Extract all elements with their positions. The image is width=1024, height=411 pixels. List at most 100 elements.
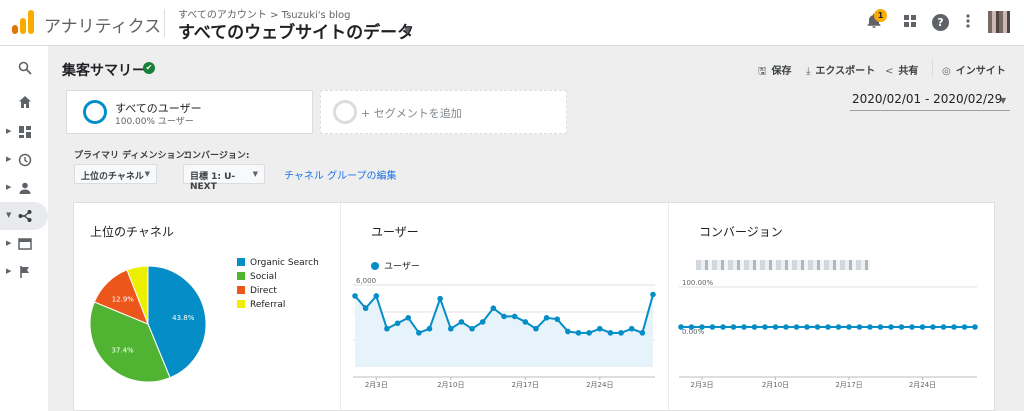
data-point bbox=[814, 324, 821, 330]
search-icon bbox=[18, 61, 32, 75]
data-point bbox=[951, 324, 957, 330]
export-icon: ⤓ bbox=[806, 66, 811, 77]
share-icon: < bbox=[885, 66, 894, 77]
chevron-down-icon[interactable]: ▼ bbox=[404, 26, 411, 36]
y-tick-label: 100.00% bbox=[682, 279, 713, 287]
data-point bbox=[533, 325, 539, 332]
sidebar-item-home[interactable] bbox=[0, 88, 48, 116]
data-point bbox=[783, 324, 789, 330]
data-point bbox=[362, 305, 369, 312]
data-point bbox=[804, 324, 810, 330]
series-area bbox=[355, 294, 653, 367]
more-vert-icon[interactable] bbox=[958, 13, 978, 33]
legend-item-direct[interactable]: Direct bbox=[237, 286, 277, 296]
users-line-chart: 6,0004,0002,0002月3日2月10日2月17日2月24日 bbox=[352, 277, 656, 389]
data-point bbox=[930, 324, 936, 330]
data-point bbox=[688, 324, 695, 330]
legend-item-referral[interactable]: Referral bbox=[237, 300, 285, 310]
data-point bbox=[426, 325, 433, 332]
data-point bbox=[458, 319, 465, 325]
date-range-selector[interactable]: 2020/02/01 - 2020/02/29 bbox=[852, 92, 1002, 106]
data-point bbox=[825, 324, 831, 330]
data-point bbox=[720, 324, 726, 330]
pie-data-label: 43.8% bbox=[172, 314, 195, 322]
top-bar: アナリティクス すべてのアカウント > Tsuzuki's blog すべてのウ… bbox=[0, 0, 1024, 46]
sidebar-item-behavior[interactable]: ▶ bbox=[0, 230, 48, 258]
app-title: アナリティクス bbox=[44, 17, 162, 37]
data-point bbox=[741, 324, 747, 330]
sidebar-item-acquisition[interactable]: ▼ bbox=[0, 202, 48, 230]
sidebar-item-audience[interactable]: ▶ bbox=[0, 174, 48, 202]
data-point bbox=[919, 324, 926, 330]
data-point bbox=[479, 319, 486, 325]
x-tick-label: 2月3日 bbox=[691, 381, 714, 389]
view-selector[interactable]: すべてのウェブサイトのデータ bbox=[178, 18, 414, 43]
data-point bbox=[565, 328, 571, 335]
divider bbox=[932, 59, 933, 77]
export-button[interactable]: ⤓ エクスポート bbox=[806, 62, 875, 77]
data-point bbox=[586, 330, 592, 336]
insights-button[interactable]: ◎ インサイト bbox=[942, 62, 1006, 77]
chevron-down-icon: ▼ bbox=[144, 170, 150, 178]
home-icon bbox=[18, 95, 32, 109]
x-tick-label: 2月17日 bbox=[835, 381, 862, 389]
legend-swatch bbox=[237, 286, 245, 294]
legend-swatch bbox=[237, 272, 245, 280]
data-point bbox=[373, 293, 380, 299]
blurred-goal-name bbox=[696, 260, 870, 270]
insight-icon: ◎ bbox=[942, 66, 951, 77]
legend-item-social[interactable]: Social bbox=[237, 272, 277, 282]
pie-data-label: 12.9% bbox=[112, 295, 135, 303]
sidebar: ▶ ▶ ▶ ▼ ▶ ▶ bbox=[0, 46, 48, 411]
data-point bbox=[888, 324, 894, 330]
data-point bbox=[490, 305, 497, 312]
data-point bbox=[856, 324, 863, 330]
pie-data-label: 37.4% bbox=[111, 346, 134, 354]
edit-channel-group-link[interactable]: チャネル グループの編集 bbox=[284, 167, 396, 182]
help-icon[interactable]: ? bbox=[932, 14, 949, 31]
sidebar-item-conversions[interactable]: ▶ bbox=[0, 258, 48, 286]
card-conversions: コンバージョン 100.00% 0.00% 2月3日 2月10日 2月17日 2月24日 bbox=[668, 203, 996, 411]
primary-dimension-dropdown[interactable]: 上位のチャネル ▼ bbox=[74, 164, 157, 184]
save-button[interactable]: 🖫 保存 bbox=[758, 62, 792, 81]
chevron-down-icon: ▼ bbox=[252, 170, 258, 178]
summary-cards: 上位のチャネル 43.8% 37.4% 12.9% Organic Search S… bbox=[73, 202, 995, 411]
data-point bbox=[416, 330, 422, 336]
data-point bbox=[793, 324, 800, 330]
data-point bbox=[511, 313, 518, 320]
chevron-down-icon[interactable]: ▼ bbox=[1000, 96, 1006, 105]
add-segment-label: + セグメントを追加 bbox=[361, 107, 462, 120]
data-point bbox=[501, 313, 507, 320]
page-title: 集客サマリー bbox=[62, 63, 146, 79]
caret-down-icon: ▼ bbox=[6, 211, 12, 219]
conversion-dropdown[interactable]: 目標 1: U-NEXT ▼ bbox=[183, 164, 265, 192]
data-point bbox=[835, 324, 842, 330]
legend-item-organic-search[interactable]: Organic Search bbox=[237, 258, 319, 268]
data-point bbox=[909, 324, 915, 330]
apps-grid-icon[interactable] bbox=[900, 13, 920, 33]
x-tick-label: 2月24日 bbox=[586, 381, 613, 389]
x-tick-label: 2月3日 bbox=[365, 381, 388, 389]
legend-swatch bbox=[237, 300, 245, 308]
data-point bbox=[772, 324, 779, 330]
data-point bbox=[437, 295, 443, 302]
data-point bbox=[751, 324, 758, 330]
share-button[interactable]: < 共有 bbox=[885, 62, 918, 77]
caret-right-icon: ▶ bbox=[6, 127, 12, 135]
add-segment-button[interactable]: + セグメントを追加 bbox=[320, 90, 567, 134]
divider bbox=[164, 9, 165, 37]
sidebar-item-search[interactable] bbox=[0, 54, 48, 82]
analytics-logo[interactable] bbox=[12, 10, 34, 34]
segment-all-users[interactable]: すべてのユーザー 100.00% ユーザー bbox=[66, 90, 313, 134]
avatar[interactable] bbox=[988, 11, 1010, 33]
data-point bbox=[877, 324, 884, 330]
caret-right-icon: ▶ bbox=[6, 239, 12, 247]
caret-right-icon: ▶ bbox=[6, 267, 12, 275]
behavior-icon bbox=[18, 237, 32, 251]
data-point bbox=[554, 316, 561, 322]
sidebar-item-customization[interactable]: ▶ bbox=[0, 118, 48, 146]
sidebar-item-realtime[interactable]: ▶ bbox=[0, 146, 48, 174]
x-tick-label: 2月17日 bbox=[512, 381, 539, 389]
x-tick-label: 2月10日 bbox=[762, 381, 789, 389]
save-icon: 🖫 bbox=[758, 66, 767, 77]
